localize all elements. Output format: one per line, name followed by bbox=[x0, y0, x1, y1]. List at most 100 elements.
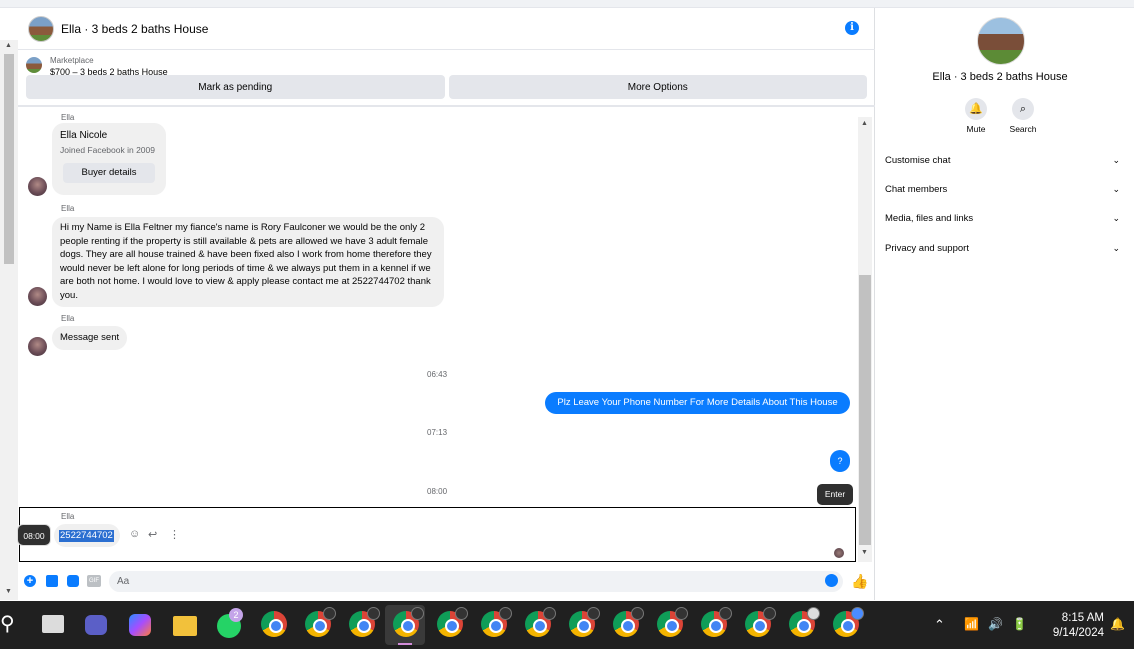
chevron-down-icon: ⌄ bbox=[1112, 213, 1120, 223]
messages-scrollbar[interactable]: ▲ ▼ bbox=[858, 117, 872, 562]
system-clock[interactable]: 8:15 AM 9/14/2024 bbox=[1040, 611, 1104, 641]
chevron-down-icon: ⌄ bbox=[1112, 243, 1120, 253]
buyer-card: Ella Nicole Joined Facebook in 2009 Buye… bbox=[52, 123, 166, 195]
taskbar: ⚲ 2 ⌃ 📶 🔊 🔋 8:15 AM 9/14/2024 🔔 bbox=[0, 601, 1134, 649]
chrome-icon[interactable] bbox=[569, 607, 600, 637]
message-list: Ella Ella Nicole Joined Facebook in 2009… bbox=[18, 107, 858, 562]
buyer-details-button[interactable]: Buyer details bbox=[63, 163, 155, 183]
more-icon[interactable]: ⋮ bbox=[169, 528, 180, 541]
active-indicator bbox=[398, 643, 412, 645]
task-view-icon[interactable] bbox=[42, 615, 64, 633]
buyer-joined: Joined Facebook in 2009 bbox=[60, 144, 155, 155]
sender-avatar[interactable] bbox=[28, 177, 47, 196]
sender-avatar[interactable] bbox=[28, 287, 47, 306]
row-label: Media, files and links bbox=[885, 213, 974, 224]
outgoing-message[interactable]: Plz Leave Your Phone Number For More Det… bbox=[545, 392, 850, 414]
gif-icon[interactable]: GIF bbox=[87, 575, 101, 587]
selected-phone-text[interactable]: 2522744702 bbox=[59, 530, 114, 542]
chrome-icon[interactable] bbox=[657, 607, 688, 637]
emoji-icon[interactable] bbox=[825, 574, 838, 587]
profile-avatar[interactable] bbox=[977, 17, 1025, 65]
sender-label: Ella bbox=[61, 512, 75, 521]
chrome-icon[interactable] bbox=[437, 607, 468, 637]
reply-icon[interactable]: ↩ bbox=[148, 528, 157, 541]
sender-avatar[interactable] bbox=[28, 337, 47, 356]
message-bubble[interactable]: Message sent bbox=[52, 326, 128, 350]
bell-icon: 🔔 bbox=[965, 98, 987, 120]
marketplace-label: Marketplace bbox=[50, 56, 94, 65]
panel-row-media[interactable]: Media, files and links ⌄ bbox=[885, 213, 1120, 233]
mute-label: Mute bbox=[966, 124, 986, 134]
chrome-icon[interactable] bbox=[525, 607, 556, 637]
chrome-icon[interactable] bbox=[745, 607, 776, 637]
wifi-icon[interactable]: 📶 bbox=[964, 617, 979, 631]
panel-row-privacy[interactable]: Privacy and support ⌄ bbox=[885, 243, 1120, 263]
chrome-icon[interactable] bbox=[481, 607, 512, 637]
sticker-icon[interactable] bbox=[67, 575, 79, 587]
chrome-icon[interactable] bbox=[789, 607, 820, 637]
conversation-info-panel: Ella · 3 beds 2 baths House 🔔 Mute ⌕ Sea… bbox=[875, 8, 1134, 600]
hovered-message-row[interactable]: Ella bbox=[19, 507, 856, 562]
screen: ▲ ▼ Ella · 3 beds 2 baths House i Market… bbox=[0, 0, 1134, 649]
chat-header: Ella · 3 beds 2 baths House i bbox=[18, 8, 875, 50]
chrome-icon[interactable] bbox=[305, 607, 336, 637]
plus-icon[interactable]: + bbox=[24, 575, 36, 587]
chrome-icon[interactable] bbox=[701, 607, 732, 637]
timestamp: 07:13 bbox=[427, 428, 448, 437]
enter-tooltip: Enter bbox=[817, 484, 853, 505]
scroll-up-icon[interactable]: ▲ bbox=[861, 120, 868, 127]
chevron-down-icon: ⌄ bbox=[1112, 155, 1120, 165]
top-strip bbox=[0, 0, 1134, 8]
search-icon[interactable]: ⚲ bbox=[0, 613, 26, 639]
chrome-icon[interactable] bbox=[393, 607, 424, 637]
file-explorer-icon[interactable] bbox=[173, 616, 197, 636]
chevron-down-icon: ⌄ bbox=[1112, 184, 1120, 194]
copilot-icon[interactable] bbox=[129, 614, 151, 636]
chat-title[interactable]: Ella · 3 beds 2 baths House bbox=[61, 22, 208, 36]
mute-button[interactable]: 🔔 Mute bbox=[956, 98, 996, 134]
search-label: Search bbox=[1009, 124, 1037, 134]
time-tooltip: 08:00 bbox=[17, 524, 51, 546]
panel-row-chat-members[interactable]: Chat members ⌄ bbox=[885, 184, 1120, 204]
chrome-icon[interactable] bbox=[349, 607, 380, 637]
react-icon[interactable]: ☺ bbox=[129, 528, 140, 540]
search-icon: ⌕ bbox=[1012, 98, 1034, 120]
sender-label: Ella bbox=[61, 113, 75, 122]
listing-actions: Mark as pending More Options bbox=[26, 75, 867, 99]
clock-date: 9/14/2024 bbox=[1052, 627, 1104, 639]
chrome-icon[interactable] bbox=[833, 607, 864, 637]
message-input[interactable]: Aa bbox=[109, 571, 843, 592]
search-button[interactable]: ⌕ Search bbox=[1003, 98, 1043, 134]
whatsapp-icon[interactable]: 2 bbox=[217, 608, 243, 638]
row-label: Customise chat bbox=[885, 155, 951, 166]
left-scrollbar[interactable]: ▲ ▼ bbox=[0, 40, 18, 600]
like-icon[interactable]: 👍 bbox=[851, 573, 868, 590]
scroll-down-icon[interactable]: ▼ bbox=[861, 549, 868, 556]
chevron-up-icon[interactable]: ⌃ bbox=[934, 617, 945, 633]
photo-icon[interactable] bbox=[46, 575, 58, 587]
info-icon[interactable]: i bbox=[845, 21, 859, 35]
scrollbar-thumb[interactable] bbox=[859, 275, 871, 545]
message-bubble[interactable]: Hi my Name is Ella Feltner my fiance's n… bbox=[52, 217, 444, 307]
volume-icon[interactable]: 🔊 bbox=[988, 617, 1003, 631]
row-label: Chat members bbox=[885, 184, 948, 195]
mark-pending-button[interactable]: Mark as pending bbox=[26, 75, 445, 99]
clock-time: 8:15 AM bbox=[1061, 612, 1104, 624]
teams-icon[interactable] bbox=[85, 615, 107, 635]
scrollbar-thumb[interactable] bbox=[4, 54, 14, 264]
sender-label: Ella bbox=[61, 314, 75, 323]
scroll-down-icon[interactable]: ▼ bbox=[5, 588, 12, 595]
timestamp: 08:00 bbox=[427, 487, 448, 496]
notification-bell-icon[interactable]: 🔔 bbox=[1110, 617, 1125, 631]
read-receipt-avatar bbox=[834, 548, 844, 558]
scroll-up-icon[interactable]: ▲ bbox=[5, 42, 12, 49]
composer: + GIF Aa 👍 bbox=[18, 570, 868, 594]
outgoing-message[interactable]: ? bbox=[830, 450, 850, 472]
chrome-icon[interactable] bbox=[261, 611, 287, 637]
panel-row-customise-chat[interactable]: Customise chat ⌄ bbox=[885, 155, 1120, 175]
conversation-avatar[interactable] bbox=[28, 15, 54, 42]
chrome-icon[interactable] bbox=[613, 607, 644, 637]
notification-badge: 2 bbox=[229, 608, 243, 622]
more-options-button[interactable]: More Options bbox=[448, 75, 867, 99]
battery-icon[interactable]: 🔋 bbox=[1012, 617, 1027, 631]
